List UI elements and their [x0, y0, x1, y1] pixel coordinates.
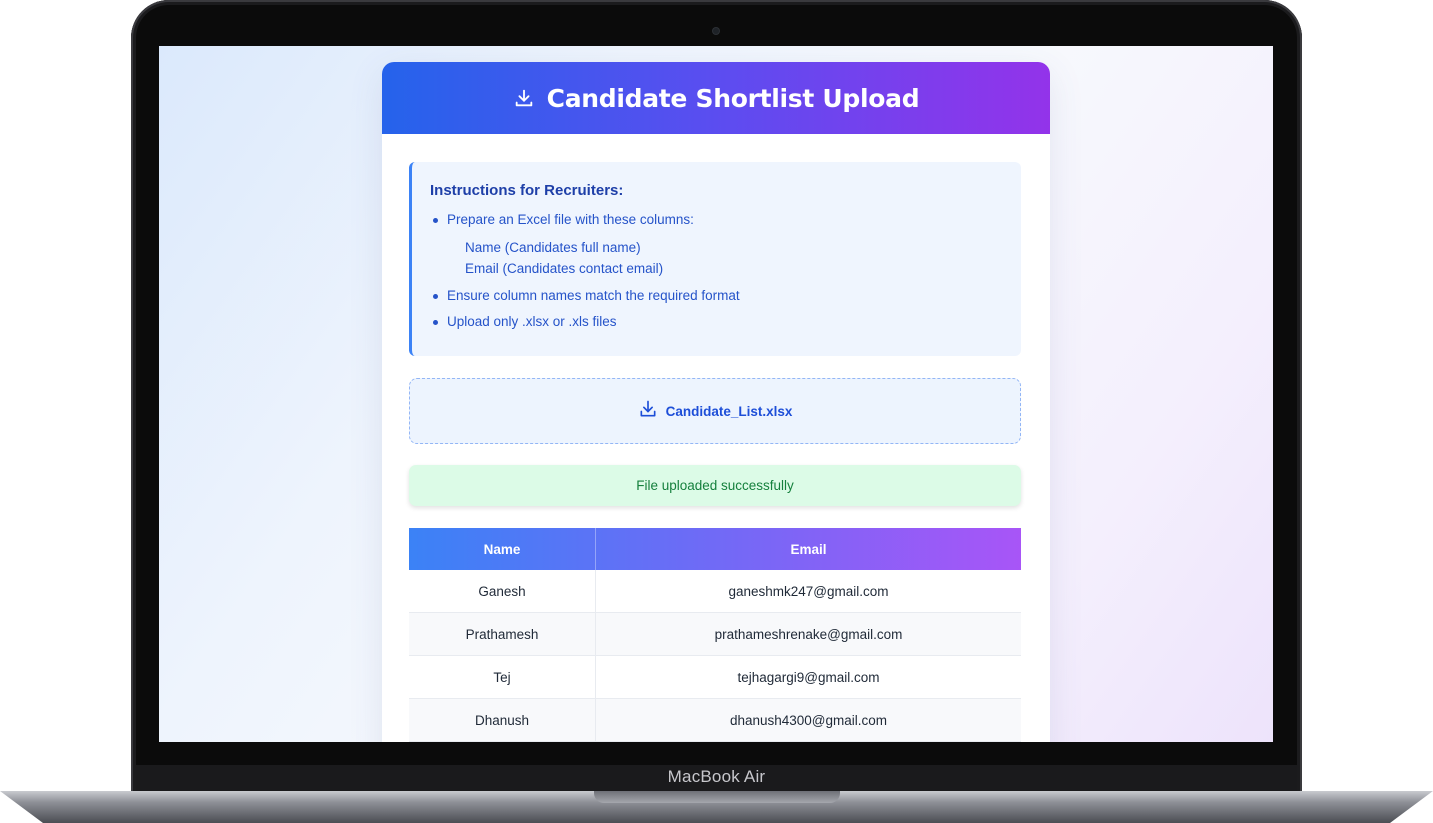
candidate-name: Dhanush	[409, 698, 596, 742]
camera-dot	[713, 28, 719, 34]
instruction-sub-item: Name (Candidates full name)	[465, 240, 641, 255]
table-row: Ganesh ganeshmk247@gmail.com	[409, 570, 1021, 613]
instruction-item: Upload only .xlsx or .xls files	[430, 313, 1001, 331]
instruction-item: Prepare an Excel file with these columns…	[430, 211, 1001, 229]
instructions-panel: Instructions for Recruiters: Prepare an …	[409, 162, 1021, 356]
instructions-title: Instructions for Recruiters:	[430, 182, 624, 199]
card-header: Candidate Shortlist Upload	[382, 62, 1050, 134]
laptop-notch	[594, 791, 840, 803]
upload-success-message: File uploaded successfully	[409, 465, 1021, 506]
candidates-table: Name Email Ganesh ganeshmk247@gmail.com …	[409, 528, 1021, 742]
candidate-name: Ganesh	[409, 570, 596, 613]
candidate-email: ganeshmk247@gmail.com	[595, 570, 1021, 613]
screen: Candidate Shortlist Upload Instructions …	[159, 46, 1273, 742]
table-row: Dhanush dhanush4300@gmail.com	[409, 698, 1021, 742]
uploaded-file-name: Candidate_List.xlsx	[665, 403, 793, 419]
file-dropzone[interactable]: Candidate_List.xlsx	[409, 378, 1021, 444]
bullet-dot	[433, 320, 438, 325]
instruction-sub-item: Email (Candidates contact email)	[465, 261, 664, 276]
table-row: Prathamesh prathameshrenake@gmail.com	[409, 612, 1021, 656]
candidate-email: dhanush4300@gmail.com	[595, 698, 1021, 742]
upload-card: Candidate Shortlist Upload Instructions …	[382, 62, 1050, 742]
column-header-email: Email	[790, 541, 827, 557]
instructions-list: Prepare an Excel file with these columns…	[430, 211, 1001, 331]
candidate-name: Tej	[409, 655, 596, 699]
page-title: Candidate Shortlist Upload	[546, 83, 920, 113]
candidate-email: prathameshrenake@gmail.com	[595, 612, 1021, 656]
table-row: Tej tejhagargi9@gmail.com	[409, 655, 1021, 699]
bullet-dot	[433, 218, 438, 223]
bullet-dot	[433, 294, 438, 299]
instruction-sub-list: Name (Candidates full name) Email (Candi…	[430, 237, 1001, 279]
instruction-item: Ensure column names match the required f…	[430, 287, 1001, 305]
device-brand-label: MacBook Air	[667, 767, 766, 786]
download-icon	[638, 399, 658, 424]
download-icon	[513, 87, 535, 109]
candidate-email: tejhagargi9@gmail.com	[595, 655, 1021, 699]
table-header-row: Name Email	[409, 528, 1021, 570]
candidate-name: Prathamesh	[409, 612, 596, 656]
column-header-name: Name	[409, 528, 596, 570]
